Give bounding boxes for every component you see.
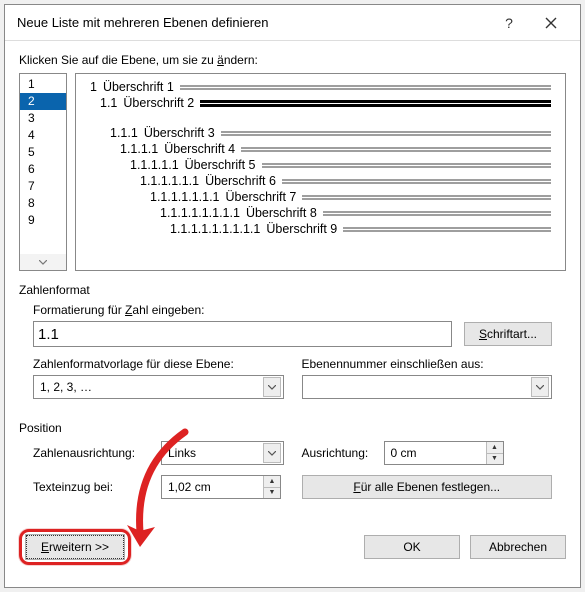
- help-button[interactable]: ?: [488, 9, 530, 37]
- spin-down-icon[interactable]: ▼: [264, 488, 280, 499]
- section-position: Position: [19, 421, 566, 435]
- level-item-2[interactable]: 2: [20, 93, 66, 110]
- level-item-7[interactable]: 7: [20, 178, 66, 195]
- number-alignment-label: Zahlenausrichtung:: [33, 446, 155, 460]
- close-icon: [545, 17, 557, 29]
- preview-text-placeholder: [343, 227, 551, 232]
- preview-row: 1.1.1.1.1 Überschrift 5: [130, 158, 551, 172]
- preview-heading: Überschrift 5: [185, 158, 256, 172]
- number-alignment-value: Links: [168, 446, 196, 460]
- preview-heading: Überschrift 6: [205, 174, 276, 188]
- preview-row: 1.1.1.1 Überschrift 4: [120, 142, 551, 156]
- preview-text-placeholder: [282, 179, 551, 184]
- title-bar: Neue Liste mit mehreren Ebenen definiere…: [5, 5, 580, 41]
- level-item-4[interactable]: 4: [20, 127, 66, 144]
- preview-number: 1.1.1: [110, 126, 138, 140]
- text-indent-value: 1,02 cm: [162, 476, 263, 498]
- preview-row: 1.1.1.1.1.1.1 Überschrift 7: [150, 190, 551, 204]
- spin-up-icon[interactable]: ▲: [264, 476, 280, 488]
- preview-text-placeholder: [302, 195, 551, 200]
- preview-heading: Überschrift 1: [103, 80, 174, 94]
- number-style-value: 1, 2, 3, …: [40, 380, 92, 394]
- font-button[interactable]: Schriftart...: [464, 322, 552, 346]
- include-level-combo[interactable]: [302, 375, 553, 399]
- chevron-down-icon: [39, 260, 47, 265]
- dialog-window: Neue Liste mit mehreren Ebenen definiere…: [4, 4, 581, 588]
- text-indent-label: Texteinzug bei:: [33, 480, 155, 494]
- spin-up-icon[interactable]: ▲: [487, 442, 503, 454]
- number-format-input[interactable]: [33, 321, 452, 347]
- dialog-title: Neue Liste mit mehreren Ebenen definiere…: [17, 15, 488, 30]
- level-item-1[interactable]: 1: [20, 76, 66, 93]
- level-item-9[interactable]: 9: [20, 212, 66, 229]
- preview-text-placeholder: [180, 85, 551, 90]
- preview-row: 1 Überschrift 1: [90, 80, 551, 94]
- preview-number: 1.1.1.1.1.1.1.1: [160, 206, 240, 220]
- text-indent-stepper[interactable]: 1,02 cm ▲▼: [161, 475, 281, 499]
- preview-heading: Überschrift 4: [164, 142, 235, 156]
- preview-heading: Überschrift 3: [144, 126, 215, 140]
- preview-row: 1.1 Überschrift 2: [100, 96, 551, 110]
- preview-row: 1.1.1.1.1.1.1.1.1 Überschrift 9: [170, 222, 551, 236]
- preview-heading: Überschrift 8: [246, 206, 317, 220]
- preview-heading: Überschrift 2: [123, 96, 194, 110]
- number-style-label: Zahlenformatvorlage für diese Ebene:: [33, 357, 284, 371]
- close-button[interactable]: [530, 9, 572, 37]
- level-item-6[interactable]: 6: [20, 161, 66, 178]
- spin-down-icon[interactable]: ▼: [487, 454, 503, 465]
- level-listbox[interactable]: 123456789: [19, 73, 67, 271]
- preview-row: 1.1.1 Überschrift 3: [110, 126, 551, 140]
- preview-number: 1.1.1.1: [120, 142, 158, 156]
- include-level-label: Ebenennummer einschließen aus:: [302, 357, 553, 371]
- preview-text-placeholder: [221, 131, 551, 136]
- preview-number: 1.1: [100, 96, 117, 110]
- set-all-levels-button[interactable]: Für alle Ebenen festlegen...: [302, 475, 553, 499]
- level-instruction: Klicken Sie auf die Ebene, um sie zu änd…: [19, 53, 566, 67]
- level-item-3[interactable]: 3: [20, 110, 66, 127]
- aligned-at-label: Ausrichtung:: [302, 446, 378, 460]
- preview-number: 1.1.1.1.1: [130, 158, 179, 172]
- cancel-button[interactable]: Abbrechen: [470, 535, 566, 559]
- level-item-8[interactable]: 8: [20, 195, 66, 212]
- preview-text-placeholder: [241, 147, 551, 152]
- chevron-down-icon: [531, 377, 549, 397]
- chevron-down-icon: [263, 443, 281, 463]
- expand-button[interactable]: Erweitern >>: [26, 535, 124, 559]
- preview-row: 1.1.1.1.1.1 Überschrift 6: [140, 174, 551, 188]
- preview-text-placeholder: [262, 163, 551, 168]
- number-alignment-combo[interactable]: Links: [161, 441, 284, 465]
- preview-pane: 1 Überschrift 1 1.1 Überschrift 2 1.1.1 Übers…: [75, 73, 566, 271]
- number-format-label: Formatierung für Zahl eingeben:: [33, 303, 552, 317]
- client-area: Klicken Sie auf die Ebene, um sie zu änd…: [5, 41, 580, 579]
- preview-text-placeholder: [200, 100, 551, 107]
- chevron-down-icon: [263, 377, 281, 397]
- aligned-at-stepper[interactable]: 0 cm ▲▼: [384, 441, 504, 465]
- dialog-footer: Erweitern >> OK Abbrechen: [19, 529, 566, 565]
- scroll-down-button[interactable]: [20, 254, 66, 270]
- level-item-5[interactable]: 5: [20, 144, 66, 161]
- preview-number: 1: [90, 80, 97, 94]
- preview-heading: Überschrift 7: [226, 190, 297, 204]
- number-style-combo[interactable]: 1, 2, 3, …: [33, 375, 284, 399]
- preview-text-placeholder: [323, 211, 551, 216]
- preview-row: 1.1.1.1.1.1.1.1 Überschrift 8: [160, 206, 551, 220]
- preview-number: 1.1.1.1.1.1.1.1.1: [170, 222, 260, 236]
- preview-number: 1.1.1.1.1.1: [140, 174, 199, 188]
- expand-highlight: Erweitern >>: [19, 529, 131, 565]
- section-numberformat: Zahlenformat: [19, 283, 566, 297]
- ok-button[interactable]: OK: [364, 535, 460, 559]
- preview-number: 1.1.1.1.1.1.1: [150, 190, 220, 204]
- preview-heading: Überschrift 9: [266, 222, 337, 236]
- aligned-at-value: 0 cm: [385, 442, 486, 464]
